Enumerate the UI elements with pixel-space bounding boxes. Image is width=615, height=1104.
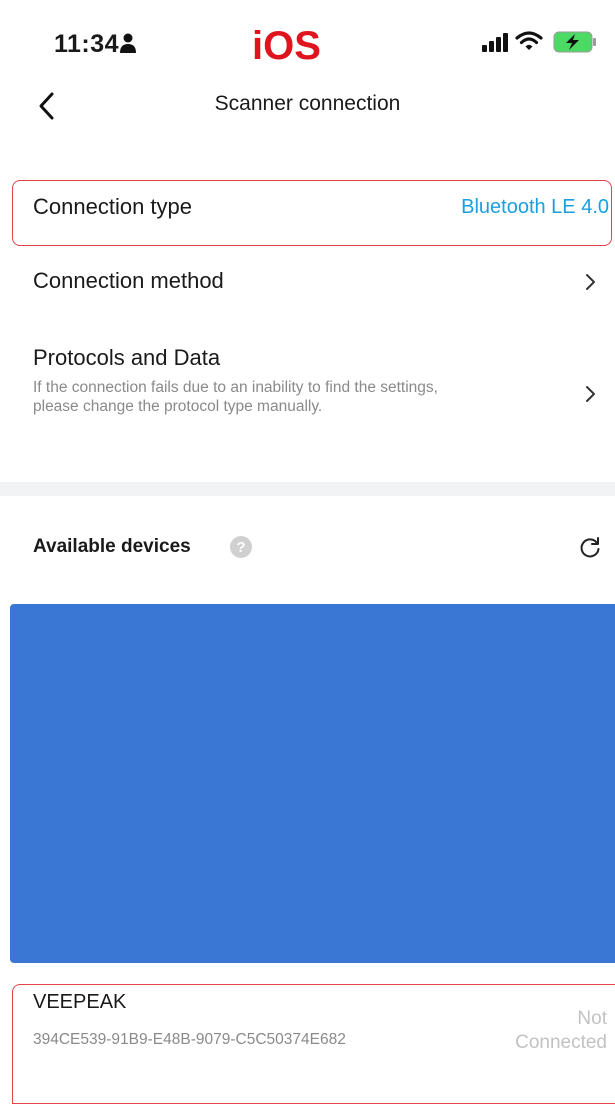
- device-name: VEEPEAK: [33, 991, 127, 1013]
- connection-type-label: Connection type: [33, 194, 192, 219]
- device-id: 394CE539-91B9-E48B-9079-C5C50374E682: [33, 1031, 346, 1048]
- page-title: Scanner connection: [214, 92, 401, 115]
- ios-label: iOS: [252, 24, 321, 68]
- protocols-description: If the connection fails due to an inabil…: [33, 379, 438, 415]
- device-list-area: [10, 604, 615, 963]
- person-icon: [120, 33, 136, 53]
- help-icon[interactable]: ?: [229, 535, 253, 559]
- signal-icon: [482, 33, 508, 52]
- connection-type-value[interactable]: Bluetooth LE 4.0: [461, 196, 609, 219]
- device-status: Not Connected: [515, 1008, 607, 1053]
- status-time: 11:34: [54, 30, 120, 58]
- section-divider: [0, 482, 615, 496]
- wifi-icon: [515, 31, 543, 50]
- refresh-icon[interactable]: [578, 536, 602, 560]
- connection-method-row[interactable]: Connection method: [33, 268, 224, 294]
- protocols-row[interactable]: Protocols and Data: [33, 345, 220, 371]
- chevron-right-icon[interactable]: [584, 272, 598, 292]
- available-devices-title: Available devices: [33, 536, 191, 557]
- svg-text:?: ?: [236, 539, 245, 556]
- battery-charging-icon: [553, 31, 596, 53]
- chevron-right-icon[interactable]: [584, 384, 598, 404]
